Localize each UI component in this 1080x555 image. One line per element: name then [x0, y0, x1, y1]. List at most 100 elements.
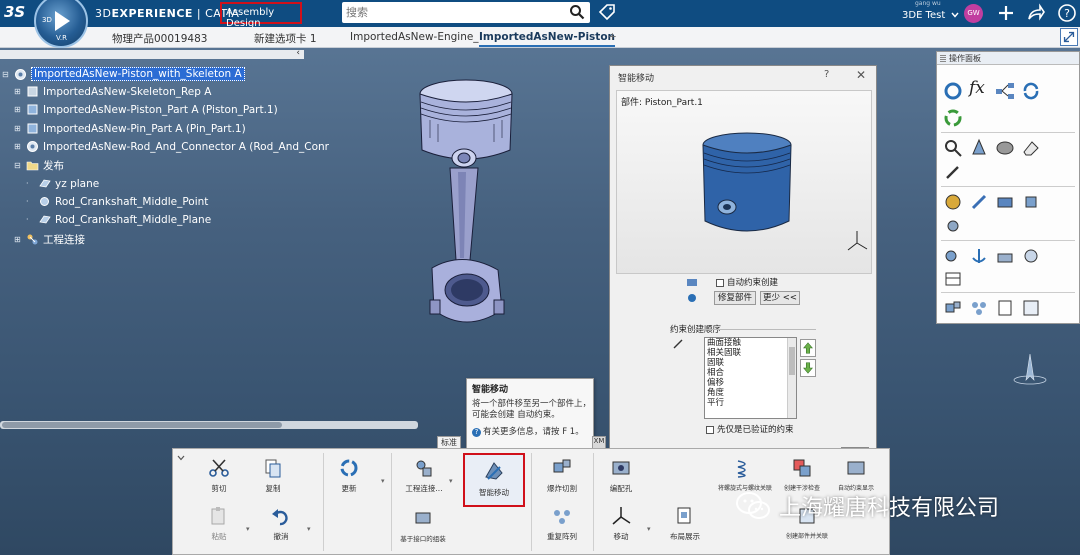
- move-button[interactable]: 移动: [601, 505, 641, 542]
- only-verified-checkbox[interactable]: 先仅是已验证的约束: [706, 423, 794, 435]
- table-icon[interactable]: [943, 269, 963, 289]
- expand-icon[interactable]: ⊞: [14, 142, 26, 151]
- help-icon[interactable]: ?: [1057, 3, 1077, 23]
- assembly-hole-button[interactable]: 编配孔: [601, 457, 641, 494]
- chevron-down-icon[interactable]: [177, 455, 185, 461]
- copy-button[interactable]: 复制: [253, 457, 293, 494]
- update-dropdown-arrow[interactable]: ▾: [381, 477, 385, 485]
- measure-icon[interactable]: [943, 138, 963, 158]
- anchor-icon[interactable]: [969, 246, 989, 266]
- help-button[interactable]: ?: [824, 69, 829, 80]
- tag-icon[interactable]: [598, 3, 616, 21]
- close-icon[interactable]: ✕: [856, 68, 866, 82]
- toolbar-tab-standard[interactable]: 标准: [437, 436, 461, 448]
- list-item[interactable]: 角度: [705, 388, 796, 398]
- sync-icon[interactable]: [943, 108, 963, 128]
- auto-fix-checkbox[interactable]: 自动约束创建: [716, 276, 778, 288]
- clash-icon[interactable]: [1021, 298, 1041, 318]
- fix-part-button[interactable]: 修复部件: [714, 291, 756, 305]
- search-input[interactable]: [346, 4, 561, 20]
- explode-cut-button[interactable]: 爆炸切割: [539, 457, 585, 494]
- avatar[interactable]: GW: [964, 4, 983, 23]
- expand-icon[interactable]: ⊞: [14, 105, 26, 114]
- scroll-thumb[interactable]: [789, 347, 795, 375]
- pen-icon[interactable]: [969, 192, 989, 212]
- render-icon[interactable]: [995, 138, 1015, 158]
- material-icon[interactable]: [943, 192, 963, 212]
- bom-icon[interactable]: [995, 298, 1015, 318]
- tree-node-publish[interactable]: ⊟ 发布: [14, 158, 64, 173]
- view-compass-icon[interactable]: [1010, 350, 1050, 390]
- checkbox-box[interactable]: [706, 425, 714, 434]
- tree-node-skeleton[interactable]: ⊞ ImportedAsNew-Skeleton_Rep A: [14, 85, 211, 98]
- tree-node-yz-plane[interactable]: · yz plane: [26, 177, 99, 190]
- fix-together-icon[interactable]: [1021, 246, 1041, 266]
- share-icon[interactable]: [1026, 3, 1046, 23]
- move-down-button[interactable]: [800, 359, 816, 377]
- assembly-3d-model[interactable]: [408, 72, 538, 347]
- hierarchy-icon[interactable]: [995, 81, 1015, 101]
- app-name[interactable]: Assembly Design: [220, 2, 302, 29]
- constraint-order-list[interactable]: 曲面接触 相关固联 固联 相合 偏移 角度 平行: [704, 337, 797, 419]
- chevron-down-icon[interactable]: [951, 12, 959, 18]
- paste-button[interactable]: 粘贴: [199, 505, 239, 542]
- repeat-pattern-button[interactable]: 重复阵列: [539, 505, 585, 542]
- pipette-icon[interactable]: [943, 162, 963, 182]
- explode-icon[interactable]: [943, 298, 963, 318]
- tree-node-engineering-connections[interactable]: ⊞ 工程连接: [14, 232, 85, 247]
- move-up-button[interactable]: [800, 339, 816, 357]
- tab-new[interactable]: 新建选项卡 1: [254, 31, 317, 46]
- list-item[interactable]: 平行: [705, 398, 796, 408]
- scroll-thumb[interactable]: [2, 422, 282, 428]
- action-panel-header[interactable]: 操作面板: [937, 52, 1079, 65]
- gear-icon[interactable]: [943, 216, 963, 236]
- move-dropdown-arrow[interactable]: ▾: [647, 525, 651, 533]
- checkbox-box[interactable]: [716, 278, 724, 287]
- tree-scroll-arrow[interactable]: ‹: [296, 48, 300, 58]
- tree-scrollbar[interactable]: ‹: [0, 48, 304, 59]
- assembly-icon[interactable]: [995, 246, 1015, 266]
- engineering-connection-dropdown[interactable]: ▾: [449, 477, 453, 485]
- block-icon[interactable]: [1021, 192, 1041, 212]
- list-item[interactable]: 相合: [705, 368, 796, 378]
- user-name-menu[interactable]: 3DE Test: [902, 10, 945, 21]
- paste-dropdown-arrow[interactable]: ▾: [246, 525, 250, 533]
- refresh-icon[interactable]: [1021, 81, 1041, 101]
- expand-icon[interactable]: [1060, 28, 1078, 46]
- expand-icon[interactable]: ⊞: [14, 235, 26, 244]
- interference-check-button[interactable]: 创建干涉检查: [777, 457, 827, 492]
- part-preview[interactable]: 部件: Piston_Part.1: [616, 90, 872, 274]
- grip-icon[interactable]: [940, 54, 946, 62]
- list-scrollbar[interactable]: [787, 338, 796, 418]
- tree-node-middle-plane[interactable]: · Rod_Crankshaft_Middle_Plane: [26, 213, 211, 226]
- toolbar-tab-xm[interactable]: XM: [592, 436, 606, 448]
- update-button[interactable]: 更新: [329, 457, 369, 494]
- magnet-icon[interactable]: [995, 192, 1015, 212]
- layout-display-button[interactable]: 布局展示: [663, 505, 707, 542]
- tree-horizontal-scrollbar[interactable]: [0, 421, 418, 429]
- eraser-icon[interactable]: [1021, 138, 1041, 158]
- plus-icon[interactable]: [996, 3, 1016, 23]
- formula-icon[interactable]: fx: [969, 78, 989, 98]
- auto-constraint-display-button[interactable]: 自动约束显示: [831, 457, 881, 492]
- pattern-icon[interactable]: [969, 298, 989, 318]
- tab-piston[interactable]: ImportedAsNew-Piston: [479, 31, 616, 47]
- update-icon[interactable]: [943, 81, 963, 101]
- tree-node-middle-point[interactable]: · Rod_Crankshaft_Middle_Point: [26, 195, 208, 208]
- tree-node-piston[interactable]: ⊞ ImportedAsNew-Piston_Part A (Piston_Pa…: [14, 103, 278, 116]
- tree-node-pin[interactable]: ⊞ ImportedAsNew-Pin_Part A (Pin_Part.1): [14, 122, 246, 135]
- add-tab-button[interactable]: +: [608, 31, 617, 43]
- tree-node-rod[interactable]: ⊞ ImportedAsNew-Rod_And_Connector A (Rod…: [14, 140, 329, 153]
- undo-dropdown-arrow[interactable]: ▾: [307, 525, 311, 533]
- tree-node-root[interactable]: ⊟ ImportedAsNew-Piston_with_Skeleton A: [2, 67, 245, 81]
- interface-assembly-button[interactable]: 基于接口的组装: [395, 507, 451, 543]
- search-icon[interactable]: [569, 4, 585, 20]
- list-item[interactable]: 相关固联: [705, 348, 796, 358]
- helix-thread-button[interactable]: 将螺旋式与螺纹关联: [713, 457, 777, 492]
- tab-engine[interactable]: ImportedAsNew-Engine_: [350, 31, 479, 43]
- collapse-icon[interactable]: ⊟: [14, 161, 26, 170]
- more-less-button[interactable]: 更少 <<: [760, 291, 800, 305]
- smart-move-button[interactable]: 智能移动: [463, 453, 525, 507]
- list-item[interactable]: 偏移: [705, 378, 796, 388]
- expand-icon[interactable]: ⊞: [14, 87, 26, 96]
